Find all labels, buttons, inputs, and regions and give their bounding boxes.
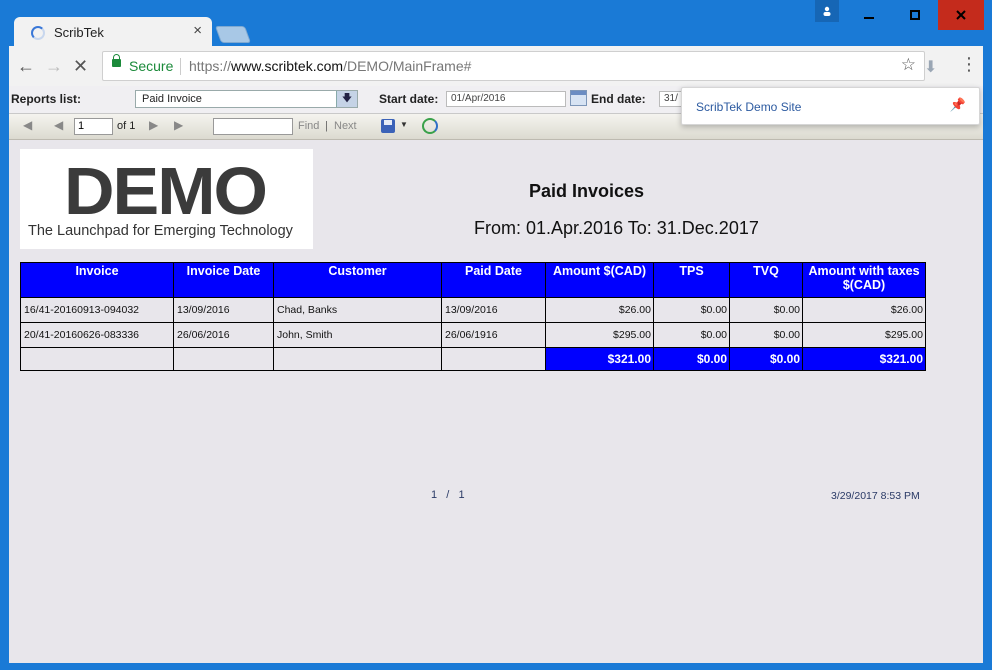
last-page-icon[interactable]: ▶​ [174,118,183,132]
page-number-input[interactable]: 1 [74,118,113,135]
stop-loading-icon[interactable]: ✕ [73,56,88,77]
total-tvq-cell: $0.00 [729,347,803,371]
find-text-input[interactable] [213,118,293,135]
start-date-input[interactable]: 01/Apr/2016 [446,91,566,107]
find-link[interactable]: Find [298,120,319,132]
logo-wordmark: DEMO [64,153,268,229]
find-separator: | [325,120,328,132]
tvq-cell: $0.00 [729,297,803,323]
column-header: TVQ [729,262,803,298]
user-profile-icon[interactable] [815,0,839,22]
maximize-button[interactable] [892,0,938,30]
browser-toolbar: ← → ✕ Secure https://www.scribtek.com/DE… [9,46,983,86]
column-header: Amount with taxes $(CAD) [802,262,926,298]
close-window-button[interactable] [938,0,984,30]
popup-text[interactable]: ScribTek Demo Site [696,100,801,114]
previous-page-icon[interactable]: ◀ [54,118,63,132]
amount-cell: $26.00 [545,297,654,323]
new-tab-button[interactable] [214,26,252,43]
export-dropdown-icon[interactable]: ▼ [400,120,408,129]
column-header: Invoice [20,262,174,298]
amount-with-taxes-cell: $26.00 [802,297,926,323]
paid-date-cell: 26/06/1916 [441,322,546,348]
reports-list-value: Paid Invoice [142,93,202,105]
invoice-cell: 20/41-20160626-083336 [20,322,174,348]
amount-with-taxes-cell: $295.00 [802,322,926,348]
amount-cell: $295.00 [545,322,654,348]
browser-tab[interactable]: ScribTek × [14,17,212,47]
url-host: www.scribtek.com [231,58,344,74]
start-date-label: Start date: [379,92,439,106]
invoice-date-cell: 13/09/2016 [173,297,274,323]
empty-cell [20,347,174,371]
table-header-row: Invoice Invoice Date Customer Paid Date … [20,262,926,298]
lock-icon [112,54,121,67]
total-tps-cell: $0.00 [653,347,730,371]
tab-title: ScribTek [54,25,104,40]
totals-row: $321.00 $0.00 $0.00 $321.00 [20,347,926,371]
minimize-button[interactable] [846,0,892,30]
customer-cell: Chad, Banks [273,297,442,323]
tvq-cell: $0.00 [729,322,803,348]
tab-close-icon[interactable]: × [193,22,202,39]
reports-list-label: Reports list: [11,92,82,106]
column-header: Customer [273,262,442,298]
url-text[interactable]: https://www.scribtek.com/DEMO/MainFrame# [189,58,471,74]
report-timestamp: 3/29/2017 8:53 PM [831,490,920,502]
reports-list-select[interactable]: Paid Invoice 🡇 [135,90,358,108]
total-amount-cell: $321.00 [545,347,654,371]
calendar-icon[interactable] [570,90,587,106]
report-subtitle: From: 01.Apr.2016 To: 31.Dec.2017 [474,218,759,238]
page-indicator: 1 / 1 [431,489,465,501]
table-row: 16/41-20160913-094032 13/09/2016 Chad, B… [20,297,926,323]
loading-spinner-icon [31,26,45,40]
column-header: TPS [653,262,730,298]
column-header: Paid Date [441,262,546,298]
bookmark-star-icon[interactable]: ☆ [901,55,916,75]
total-amount-with-taxes-cell: $321.00 [802,347,926,371]
next-link[interactable]: Next [334,120,357,132]
next-page-icon[interactable]: ▶ [149,118,158,132]
forward-arrow-icon[interactable]: → [45,56,63,77]
back-arrow-icon[interactable]: ← [17,56,35,77]
tps-cell: $0.00 [653,322,730,348]
first-page-icon[interactable]: ◀​ [23,118,32,132]
secure-label: Secure [129,58,174,74]
empty-cell [273,347,442,371]
download-extension-icon[interactable]: ⬇ [924,57,937,77]
empty-cell [173,347,274,371]
url-path: /DEMO/MainFrame# [343,58,472,74]
end-date-label: End date: [591,92,646,106]
customer-cell: John, Smith [273,322,442,348]
invoice-table: Invoice Invoice Date Customer Paid Date … [20,262,926,371]
address-divider [180,58,181,75]
invoice-date-cell: 26/06/2016 [173,322,274,348]
pin-icon[interactable]: 📌 [950,97,966,113]
logo-tagline: The Launchpad for Emerging Technology [28,223,293,239]
table-row: 20/41-20160626-083336 26/06/2016 John, S… [20,322,926,348]
page-content: Reports list: Paid Invoice 🡇 Start date:… [9,86,983,663]
address-bar[interactable]: Secure https://www.scribtek.com/DEMO/Mai… [102,51,925,81]
window-titlebar: ScribTek × [0,0,992,47]
export-save-icon[interactable] [381,119,395,133]
chevron-down-icon[interactable]: 🡇 [336,91,357,107]
url-scheme: https:// [189,58,232,74]
site-notification-popup[interactable]: ScribTek Demo Site 📌 [681,87,980,125]
page-count-label: of 1 [117,120,136,132]
company-logo: DEMO The Launchpad for Emerging Technolo… [20,149,313,249]
paid-date-cell: 13/09/2016 [441,297,546,323]
invoice-cell: 16/41-20160913-094032 [20,297,174,323]
report-title: Paid Invoices [529,181,645,201]
refresh-icon[interactable] [422,118,438,134]
empty-cell [441,347,546,371]
column-header: Amount $(CAD) [545,262,654,298]
browser-menu-icon[interactable]: ⋮ [960,54,978,75]
column-header: Invoice Date [173,262,274,298]
tps-cell: $0.00 [653,297,730,323]
